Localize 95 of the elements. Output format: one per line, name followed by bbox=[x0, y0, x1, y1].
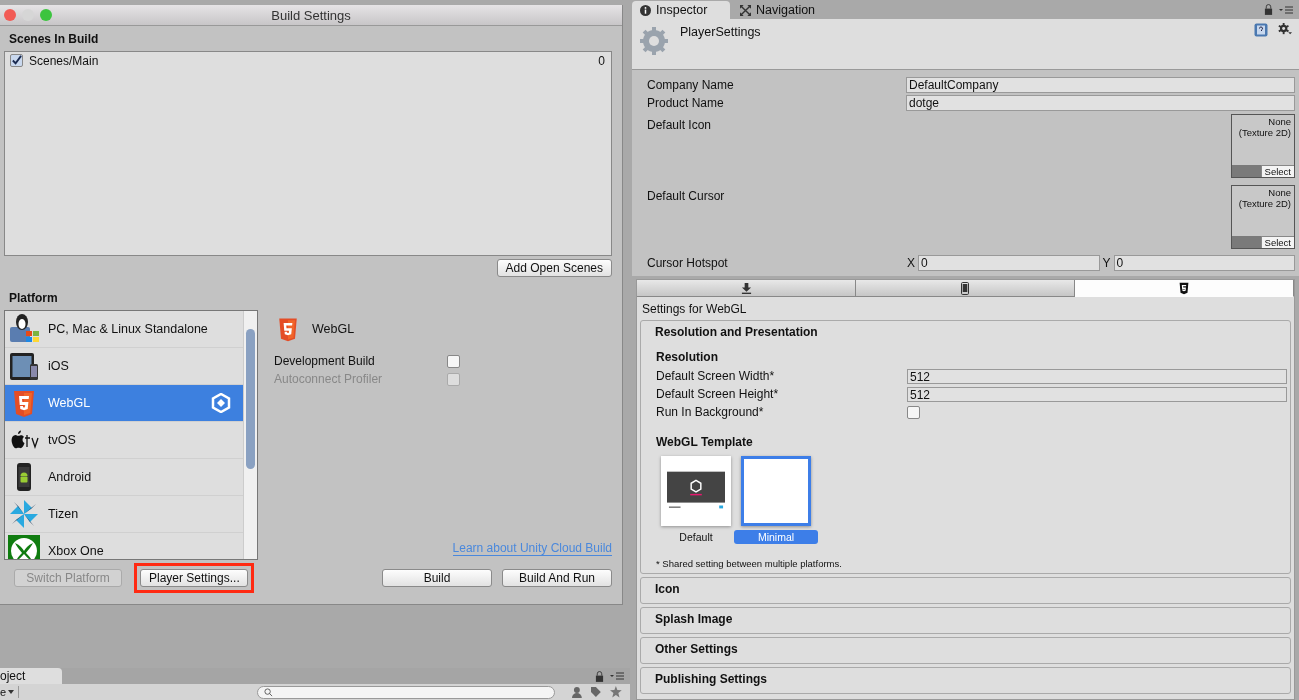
object-title: PlayerSettings bbox=[680, 25, 761, 39]
checkbox[interactable] bbox=[907, 405, 920, 419]
platform-name: Tizen bbox=[48, 507, 80, 521]
select-button[interactable]: Select bbox=[1260, 236, 1294, 248]
inspector-tab[interactable]: Navigation bbox=[732, 1, 830, 19]
settings-caption: Settings for WebGL bbox=[641, 301, 748, 318]
texture-slot[interactable]: None (Texture 2D) Select bbox=[1231, 185, 1295, 249]
template-thumbnail[interactable] bbox=[661, 456, 731, 526]
template-name[interactable]: Minimal bbox=[734, 530, 818, 544]
build-button[interactable]: Build And Run bbox=[502, 569, 612, 587]
field-label: Run In Background* bbox=[656, 405, 765, 419]
axis-label: X bbox=[906, 256, 916, 270]
add-open-scenes-button[interactable]: Add Open Scenes bbox=[496, 259, 612, 277]
scene-name[interactable]: Scenes/Main bbox=[29, 53, 593, 68]
download-icon bbox=[740, 282, 752, 294]
texture-slot[interactable]: None (Texture 2D) Select bbox=[1231, 114, 1295, 178]
phone-icon bbox=[961, 281, 969, 295]
option-label: Autoconnect Profiler bbox=[274, 372, 383, 386]
window-title: Build Settings bbox=[271, 7, 351, 23]
text-field[interactable]: dotge bbox=[906, 95, 1295, 111]
menu-icon[interactable] bbox=[1279, 4, 1293, 15]
scrollbar[interactable] bbox=[243, 311, 257, 559]
foldout-header[interactable]: Other Settings bbox=[641, 638, 1290, 663]
platform-item[interactable]: Android bbox=[5, 459, 243, 496]
caret-icon bbox=[8, 690, 15, 694]
platform-name: WebGL bbox=[48, 396, 92, 410]
field-label: Company Name bbox=[647, 78, 735, 92]
filter-icon[interactable] bbox=[570, 686, 583, 698]
circle-x-icon bbox=[8, 535, 40, 559]
number-field[interactable]: 0 bbox=[918, 255, 1100, 271]
axis-label: Y bbox=[1101, 256, 1112, 270]
platform-name: tvOS bbox=[48, 433, 77, 447]
close-button[interactable] bbox=[4, 9, 16, 21]
template-preview-drawing bbox=[667, 471, 725, 511]
platform-tab[interactable] bbox=[1075, 280, 1294, 297]
scene-index: 0 bbox=[598, 53, 605, 68]
search-field[interactable] bbox=[256, 685, 555, 699]
desktop-platform-icon bbox=[8, 313, 40, 345]
star-icon[interactable] bbox=[610, 686, 622, 698]
section-heading: Scenes In Build bbox=[8, 31, 100, 48]
footnote: * Shared setting between multiple platforms. bbox=[656, 557, 843, 569]
field-label: Cursor Hotspot bbox=[647, 256, 729, 270]
platform-item[interactable]: tvOS bbox=[5, 422, 243, 459]
field-label: Default Icon bbox=[647, 117, 713, 134]
platform-name: PC, Mac & Linux Standalone bbox=[48, 322, 209, 336]
gear-icon bbox=[638, 25, 670, 57]
project-tab[interactable]: oject bbox=[0, 668, 62, 684]
info-icon bbox=[640, 4, 651, 16]
texture-none-label: None (Texture 2D) bbox=[1232, 186, 1294, 236]
platform-title: WebGL bbox=[312, 322, 355, 336]
menu-icon[interactable] bbox=[610, 671, 624, 681]
zoom-button[interactable] bbox=[40, 9, 52, 21]
field-label: Product Name bbox=[647, 96, 725, 110]
platform-tab[interactable] bbox=[856, 280, 1075, 297]
field-label: Default Screen Width* bbox=[656, 369, 776, 383]
html5-icon bbox=[1177, 281, 1191, 295]
platform-name: iOS bbox=[48, 359, 70, 373]
number-field[interactable]: 0 bbox=[1113, 255, 1295, 271]
number-field[interactable]: 512 bbox=[907, 368, 1287, 384]
tag-icon[interactable] bbox=[590, 686, 603, 698]
platform-name: Xbox One bbox=[48, 544, 105, 558]
template-thumbnail[interactable] bbox=[741, 456, 811, 526]
platform-action-button[interactable]: Player Settings... bbox=[140, 569, 248, 587]
option-label: Development Build bbox=[274, 354, 375, 368]
checkbox[interactable] bbox=[10, 54, 23, 67]
section-heading: Platform bbox=[8, 290, 59, 307]
field-label: Default Screen Height* bbox=[656, 387, 780, 401]
create-dropdown[interactable]: e bbox=[0, 686, 19, 698]
lock-icon[interactable] bbox=[595, 670, 604, 682]
platform-item[interactable]: PC, Mac & Linux Standalone bbox=[5, 311, 243, 348]
foldout-header[interactable]: Publishing Settings bbox=[641, 668, 1290, 693]
text-field[interactable]: DefaultCompany bbox=[906, 77, 1295, 93]
foldout-header[interactable]: Splash Image bbox=[641, 608, 1290, 633]
subsection-heading: Resolution bbox=[656, 349, 719, 366]
number-field[interactable]: 512 bbox=[907, 386, 1287, 402]
pinwheel-icon bbox=[8, 498, 40, 530]
lock-icon[interactable] bbox=[1264, 4, 1273, 15]
platform-item[interactable]: Tizen bbox=[5, 496, 243, 533]
platform-name: Android bbox=[48, 470, 93, 484]
inspector-tab[interactable]: Inspector bbox=[632, 1, 730, 19]
platform-tab[interactable] bbox=[637, 280, 856, 297]
platform-item[interactable]: WebGL bbox=[5, 385, 243, 422]
field-label: Default Cursor bbox=[647, 188, 726, 205]
expand-arrows-icon bbox=[740, 4, 751, 16]
select-button[interactable]: Select bbox=[1260, 165, 1294, 177]
settings-icon[interactable] bbox=[1278, 23, 1293, 36]
tablet-icon bbox=[8, 350, 40, 382]
foldout-header[interactable]: Icon bbox=[641, 578, 1290, 603]
subsection-heading: WebGL Template bbox=[656, 434, 754, 451]
foldout-header[interactable]: Resolution and Presentation bbox=[641, 321, 1290, 346]
help-icon[interactable] bbox=[1254, 23, 1268, 37]
checkbox[interactable] bbox=[447, 354, 460, 368]
search-icon bbox=[263, 687, 273, 697]
build-button[interactable]: Build bbox=[382, 569, 492, 587]
texture-none-label: None (Texture 2D) bbox=[1232, 115, 1294, 165]
